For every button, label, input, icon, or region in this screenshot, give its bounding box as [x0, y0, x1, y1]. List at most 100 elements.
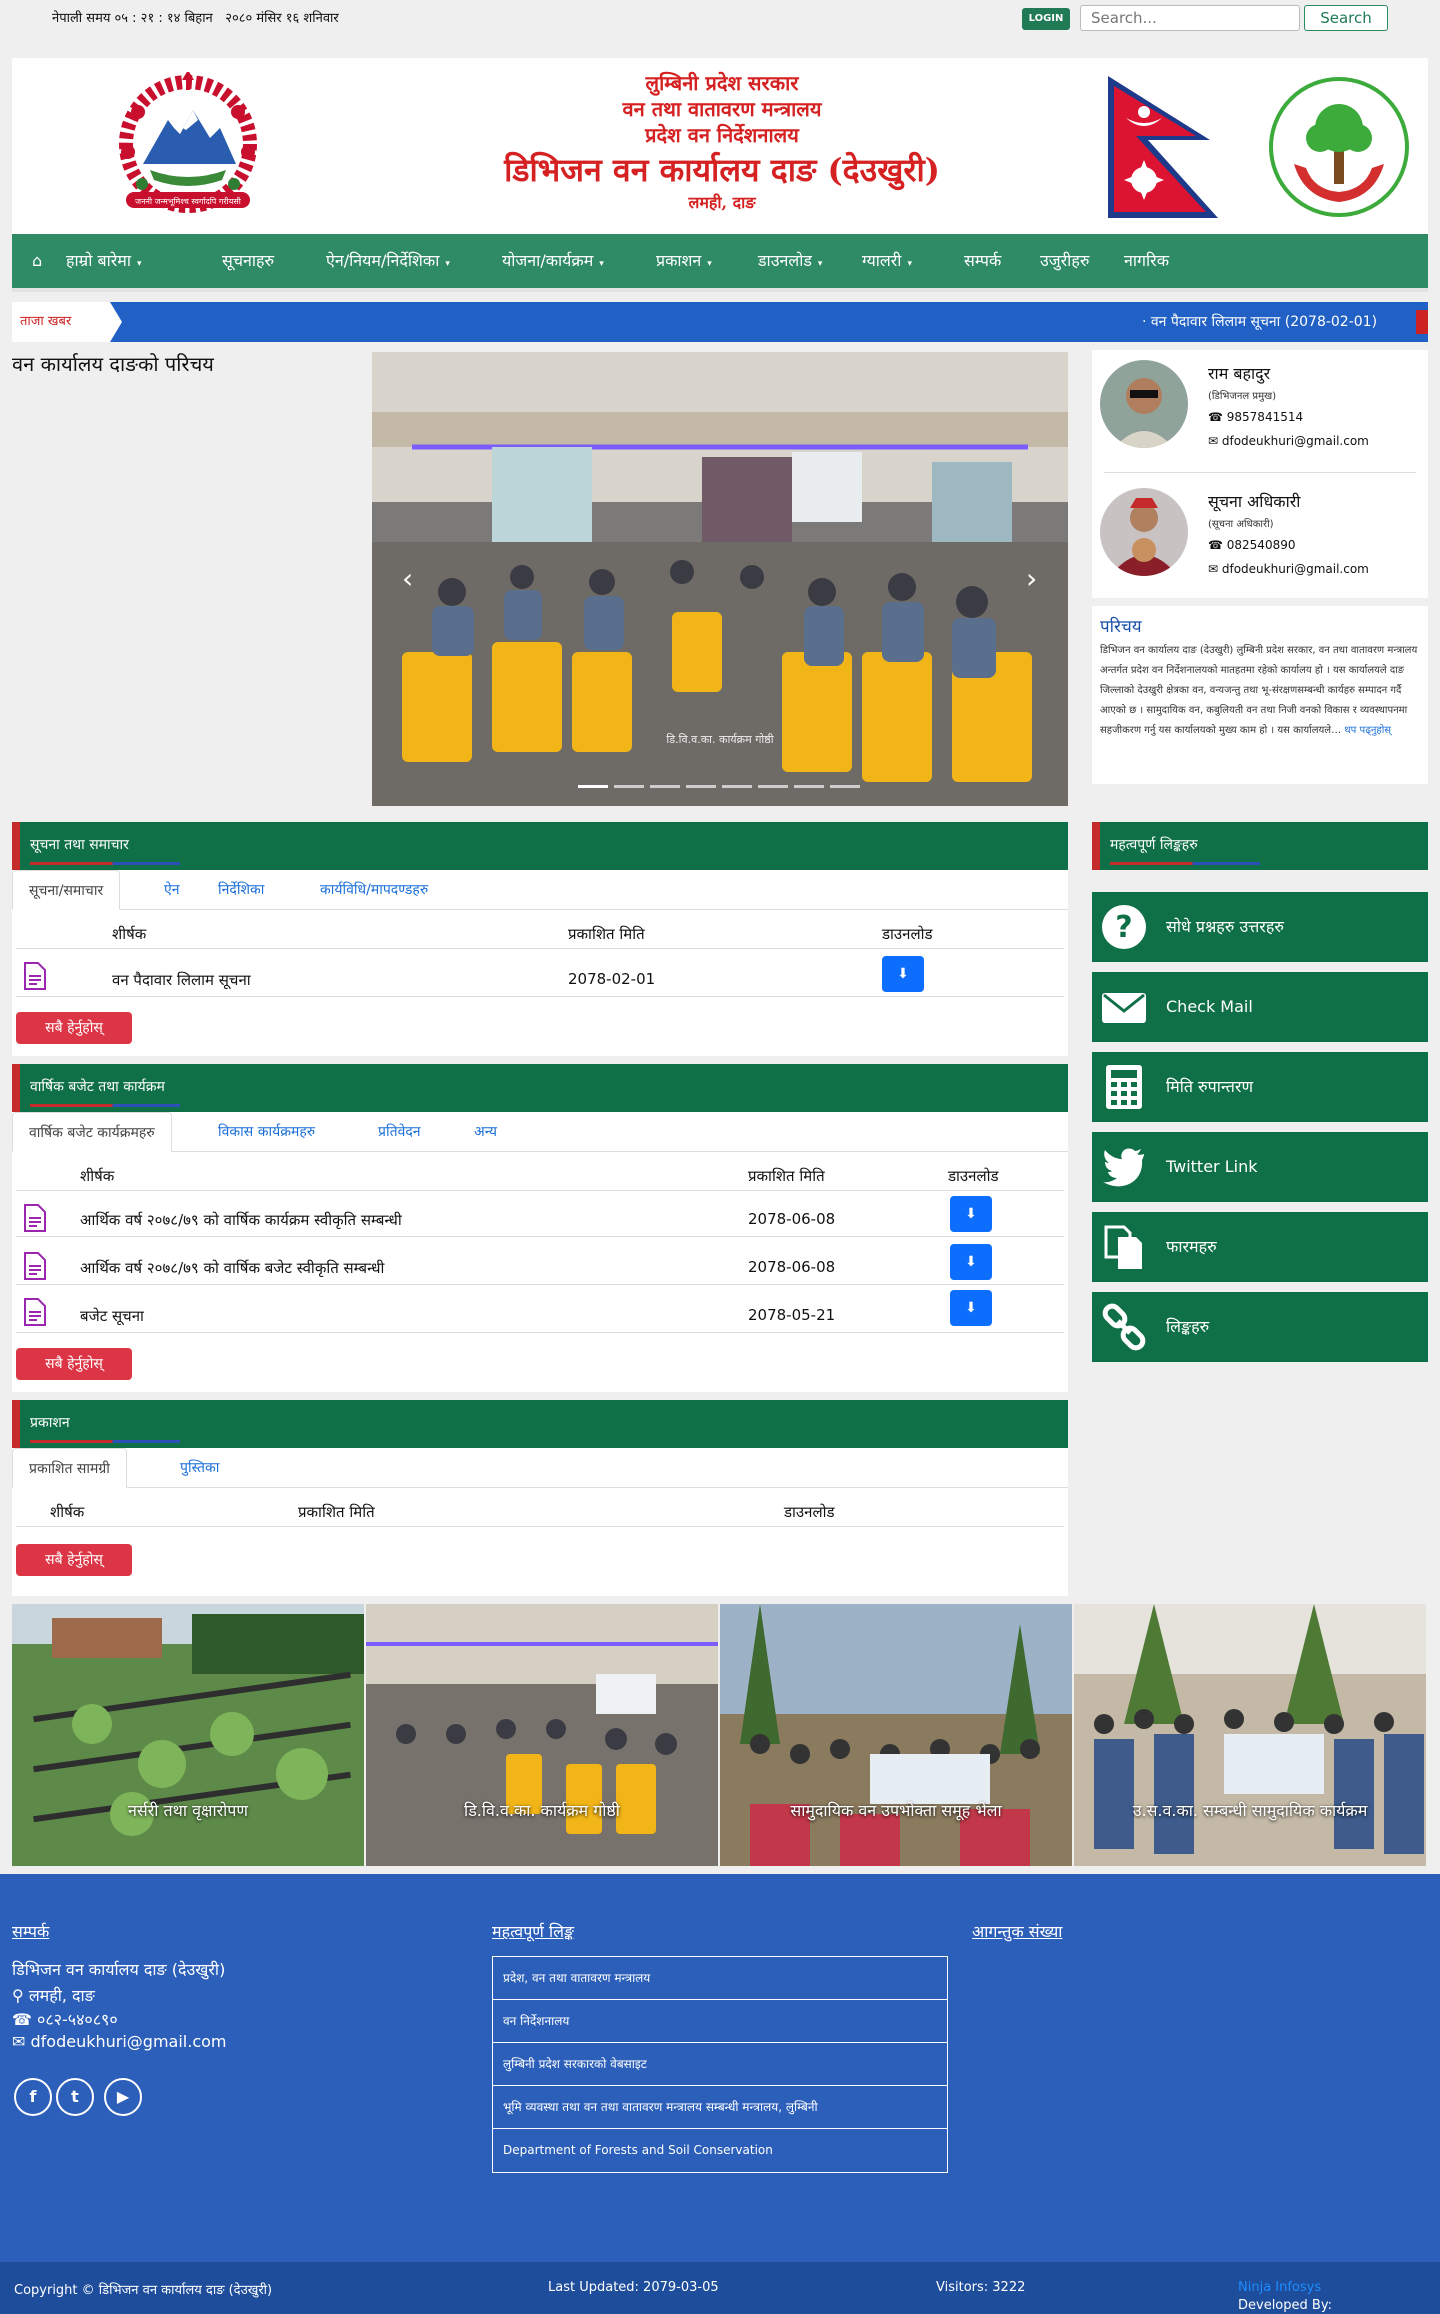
calculator-icon	[1106, 1065, 1142, 1109]
gallery-item[interactable]: डि.वि.व.का. कार्यक्रम गोष्ठी	[366, 1604, 718, 1866]
view-all-button[interactable]: सबै हेर्नुहोस्	[16, 1544, 132, 1576]
tab-procedures[interactable]: कार्यविधि/मापदण्डहरु	[304, 870, 444, 910]
image-slider[interactable]: ‹ › डि.वि.व.का. कार्यक्रम गोष्ठी	[372, 352, 1068, 806]
caret-down-icon: ▾	[817, 259, 823, 269]
budget-title[interactable]: आर्थिक वर्ष २०७८/७९ को वार्षिक बजेट स्वी…	[80, 1258, 384, 1278]
search-button[interactable]: Search	[1304, 5, 1388, 31]
officer-email[interactable]: ✉ dfodeukhuri@gmail.com	[1208, 562, 1369, 576]
download-button[interactable]: ⬇	[950, 1244, 992, 1280]
publication-panel-header: प्रकाशन	[12, 1400, 1068, 1448]
nav-contact[interactable]: सम्पर्क	[964, 234, 1001, 288]
nav-gallery[interactable]: ग्यालरी ▾	[862, 234, 912, 288]
tab-acts[interactable]: ऐन	[148, 870, 196, 910]
col-download: डाउनलोड	[882, 925, 933, 943]
tab-notices[interactable]: सूचना/समाचार	[12, 870, 121, 910]
nav-citizen[interactable]: नागरिक	[1124, 234, 1169, 288]
gallery-item[interactable]: उ.स.व.का. सम्बन्धी सामुदायिक कार्यक्रम	[1074, 1604, 1426, 1866]
home-icon[interactable]: ⌂	[32, 234, 42, 288]
nav-publication[interactable]: प्रकाशन ▾	[656, 234, 712, 288]
download-button[interactable]: ⬇	[950, 1290, 992, 1326]
twitter-social-icon[interactable]: t	[56, 2078, 94, 2116]
login-button[interactable]: LOGIN	[1022, 8, 1070, 30]
footer-office: डिभिजन वन कार्यालय दाङ (देउखुरी)	[12, 1960, 226, 1979]
footer-phone: ☎ ०८२-५४०८९०	[12, 2010, 118, 2029]
nav-complaints[interactable]: उजुरीहरु	[1040, 234, 1089, 288]
col-title: शीर्षक	[50, 1503, 85, 1521]
view-all-button[interactable]: सबै हेर्नुहोस्	[16, 1012, 132, 1044]
file-icon	[24, 1204, 46, 1232]
footer-email[interactable]: ✉ dfodeukhuri@gmail.com	[12, 2032, 226, 2051]
side-link-label: मिति रुपान्तरण	[1166, 1077, 1254, 1096]
nav-acts[interactable]: ऐन/नियम/निर्देशिका ▾	[326, 234, 450, 288]
download-button[interactable]: ⬇	[882, 956, 924, 992]
nepal-flag-icon	[1108, 76, 1218, 218]
read-more-link[interactable]: थप पढ्नुहोस्	[1344, 725, 1391, 736]
file-icon	[24, 1298, 46, 1326]
youtube-icon[interactable]: ▶	[104, 2078, 142, 2116]
notice-title[interactable]: वन पैदावार लिलाम सूचना	[112, 970, 251, 990]
side-link-faq[interactable]: ? सोधे प्रश्नहरु उत्तरहरु	[1092, 892, 1428, 962]
tab-reports[interactable]: प्रतिवेदन	[362, 1112, 437, 1152]
main-navbar: ⌂ हाम्रो बारेमा ▾ सूचनाहरु ऐन/नियम/निर्दे…	[12, 234, 1428, 292]
tab-other[interactable]: अन्य	[458, 1112, 513, 1152]
slider-dot[interactable]	[794, 785, 824, 788]
tab-guidelines[interactable]: निर्देशिका	[202, 870, 280, 910]
slider-prev-icon[interactable]: ‹	[402, 562, 413, 595]
svg-text:जननी जन्मभूमिश्च स्वर्गादपि गर: जननी जन्मभूमिश्च स्वर्गादपि गरीयसी	[135, 196, 242, 207]
map-marker-icon: ⚲	[12, 1986, 24, 2005]
side-link-date-converter[interactable]: मिति रुपान्तरण	[1092, 1052, 1428, 1122]
officer-email[interactable]: ✉ dfodeukhuri@gmail.com	[1208, 434, 1369, 448]
budget-panel: वार्षिक बजेट कार्यक्रमहरु विकास कार्यक्र…	[12, 1112, 1068, 1392]
nepal-emblem-logo[interactable]: जननी जन्मभूमिश्च स्वर्गादपि गरीयसी	[98, 72, 278, 222]
side-link-forms[interactable]: फारमहरु	[1092, 1212, 1428, 1282]
side-link-links[interactable]: लिङ्कहरु	[1092, 1292, 1428, 1362]
footer-link[interactable]: Department of Forests and Soil Conservat…	[493, 2129, 947, 2172]
nav-about[interactable]: हाम्रो बारेमा ▾	[66, 234, 142, 288]
divider	[1104, 472, 1416, 473]
slider-dot[interactable]	[614, 785, 644, 788]
gallery-caption: डि.वि.व.का. कार्यक्रम गोष्ठी	[464, 1801, 620, 1820]
tab-published[interactable]: प्रकाशित सामग्री	[12, 1448, 127, 1488]
footer-link[interactable]: लुम्बिनी प्रदेश सरकारको वेबसाइट	[493, 2043, 947, 2086]
nav-programs[interactable]: योजना/कार्यक्रम ▾	[502, 234, 604, 288]
nav-notices[interactable]: सूचनाहरु	[222, 234, 274, 288]
budget-tabs: वार्षिक बजेट कार्यक्रमहरु विकास कार्यक्र…	[12, 1112, 1068, 1152]
search-input[interactable]: Search...	[1080, 5, 1300, 31]
nav-download[interactable]: डाउनलोड ▾	[758, 234, 822, 288]
site-footer: सम्पर्क डिभिजन वन कार्यालय दाङ (देउखुरी)…	[0, 1874, 1440, 2262]
budget-title[interactable]: बजेट सूचना	[80, 1306, 144, 1326]
facebook-icon[interactable]: f	[14, 2078, 52, 2116]
footer-link[interactable]: वन निर्देशनालय	[493, 2000, 947, 2043]
officer-information: सूचना अधिकारी (सूचना अधिकारी) ☎ 08254089…	[1100, 480, 1420, 596]
bottom-bar: Copyright © डिभिजन वन कार्यालय दाङ (देउख…	[0, 2262, 1440, 2314]
footer-link[interactable]: प्रदेश, वन तथा वातावरण मन्त्रालय	[493, 1957, 947, 2000]
slider-dot[interactable]	[758, 785, 788, 788]
slider-dot[interactable]	[722, 785, 752, 788]
gallery-item[interactable]: नर्सरी तथा वृक्षारोपण	[12, 1604, 364, 1866]
budget-date: 2078-06-08	[748, 1258, 836, 1276]
download-button[interactable]: ⬇	[950, 1196, 992, 1232]
side-link-label: Check Mail	[1166, 997, 1253, 1016]
developer-link[interactable]: Ninja Infosys	[1238, 2280, 1321, 2295]
gallery-item[interactable]: सामुदायिक वन उपभोक्ता समूह भेला	[720, 1604, 1072, 1866]
tab-development[interactable]: विकास कार्यक्रमहरु	[202, 1112, 331, 1152]
slider-next-icon[interactable]: ›	[1026, 562, 1037, 595]
slider-dot[interactable]	[686, 785, 716, 788]
slider-indicators	[578, 776, 866, 792]
side-link-twitter[interactable]: Twitter Link	[1092, 1132, 1428, 1202]
file-icon	[24, 1252, 46, 1280]
tab-annual-budget[interactable]: वार्षिक बजेट कार्यक्रमहरु	[12, 1112, 172, 1152]
budget-title[interactable]: आर्थिक वर्ष २०७८/७९ को वार्षिक कार्यक्रम…	[80, 1210, 402, 1230]
last-updated: Last Updated: 2079-03-05	[548, 2280, 719, 2295]
ticker-item[interactable]: · वन पैदावार लिलाम सूचना (2078-02-01)	[1142, 302, 1377, 342]
tab-booklets[interactable]: पुस्तिका	[164, 1448, 235, 1488]
side-link-mail[interactable]: Check Mail	[1092, 972, 1428, 1042]
slider-dot[interactable]	[578, 785, 608, 788]
about-text: डिभिजन वन कार्यालय दाङ (देउखुरी) लुम्बिन…	[1100, 645, 1418, 736]
slider-dot[interactable]	[830, 785, 860, 788]
slider-dot[interactable]	[650, 785, 680, 788]
caret-down-icon: ▾	[907, 259, 912, 269]
footer-link[interactable]: भूमि व्यवस्था तथा वन तथा वातावरण मन्त्रा…	[493, 2086, 947, 2129]
view-all-button[interactable]: सबै हेर्नुहोस्	[16, 1348, 132, 1380]
gallery-caption: नर्सरी तथा वृक्षारोपण	[128, 1801, 248, 1820]
